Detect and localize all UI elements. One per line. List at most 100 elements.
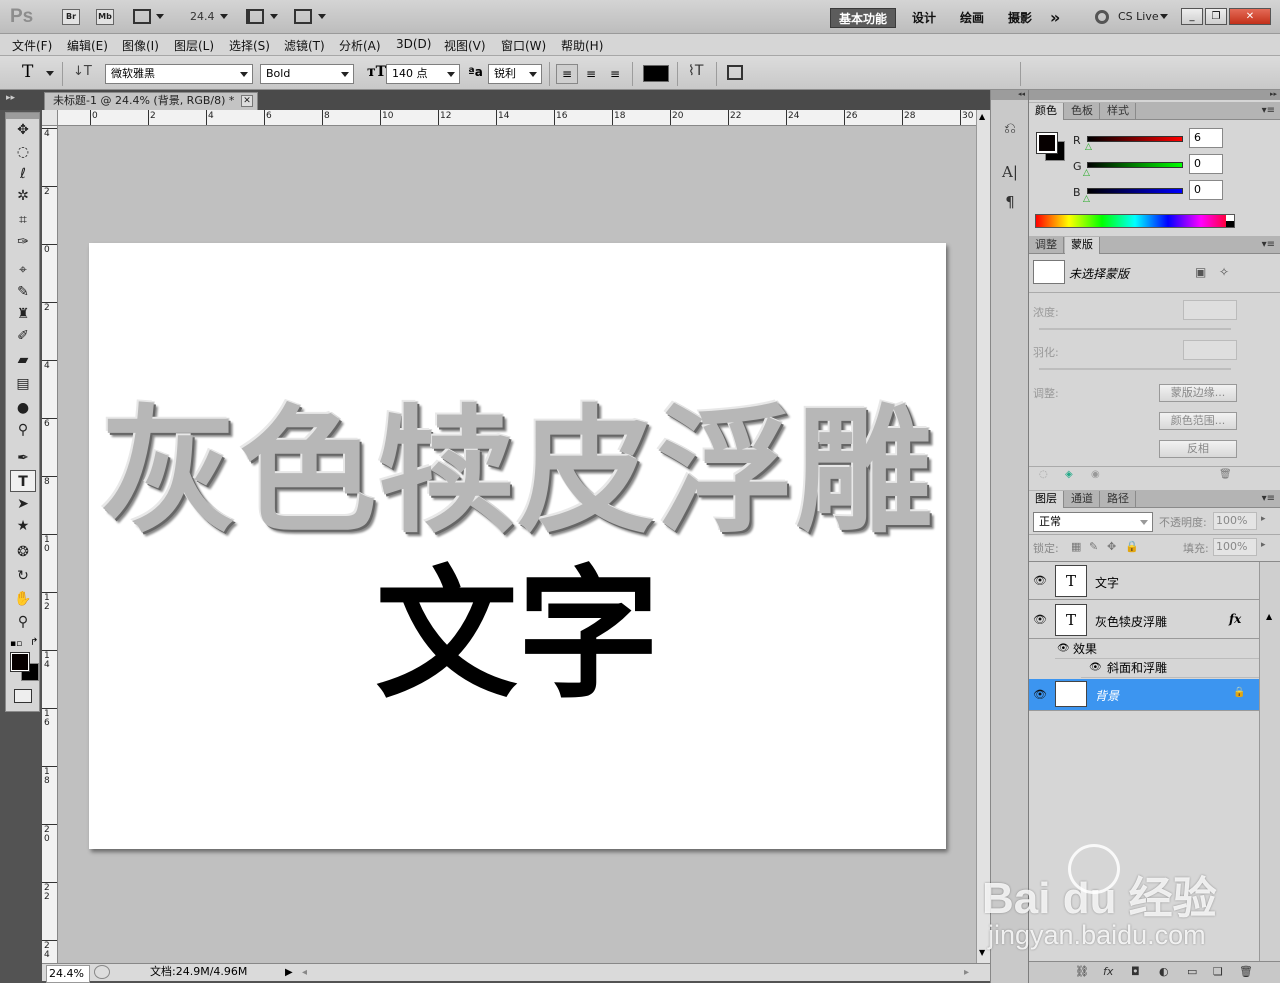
layer-row[interactable]: 👁 T 灰色犊皮浮雕 fx bbox=[1029, 601, 1259, 639]
vertical-scrollbar[interactable]: ▲ ▼ bbox=[976, 110, 990, 963]
lock-image-icon[interactable]: ✎ bbox=[1089, 540, 1098, 553]
antialias-select[interactable]: 锐利 bbox=[488, 64, 542, 84]
chevron-down-icon[interactable] bbox=[220, 14, 228, 19]
g-input[interactable]: 0 bbox=[1189, 154, 1223, 174]
document-canvas[interactable]: 灰色犊皮浮雕 文字 bbox=[89, 243, 946, 849]
effect-eye-icon[interactable]: 👁 bbox=[1089, 659, 1102, 677]
type-tool-icon[interactable]: T bbox=[10, 470, 36, 492]
visibility-eye-icon[interactable]: 👁 bbox=[1033, 688, 1047, 701]
magic-wand-tool-icon[interactable]: ✲ bbox=[10, 185, 36, 207]
workspace-photography[interactable]: 摄影 bbox=[1000, 8, 1040, 28]
eraser-tool-icon[interactable]: ▰ bbox=[10, 349, 36, 371]
collapse-icon[interactable]: ▸▸ bbox=[6, 93, 15, 103]
tab-layers[interactable]: 图层 bbox=[1029, 491, 1064, 508]
history-panel-icon[interactable]: ⎌ bbox=[997, 116, 1023, 140]
chevron-down-icon[interactable] bbox=[270, 14, 278, 19]
menu-layer[interactable]: 图层(L) bbox=[174, 37, 214, 54]
fill-slider-icon[interactable]: ▸ bbox=[1261, 540, 1266, 550]
b-slider[interactable] bbox=[1087, 188, 1183, 194]
scroll-right-icon[interactable]: ▸ bbox=[964, 965, 969, 981]
mask-edge-button[interactable]: 蒙版边缘... bbox=[1159, 384, 1237, 402]
gradient-tool-icon[interactable]: ▤ bbox=[10, 373, 36, 395]
restore-button[interactable]: ❐ bbox=[1205, 8, 1227, 25]
character-panel-icon[interactable] bbox=[727, 65, 743, 80]
status-info-icon[interactable] bbox=[94, 965, 110, 979]
3d-orbit-tool-icon[interactable]: ↻ bbox=[10, 565, 36, 587]
view-extras-icon[interactable] bbox=[133, 9, 151, 24]
panel-menu-icon[interactable]: ▾≡ bbox=[1262, 493, 1275, 504]
menu-help[interactable]: 帮助(H) bbox=[561, 37, 603, 54]
status-zoom[interactable]: 24.4% bbox=[46, 965, 90, 983]
clone-stamp-tool-icon[interactable]: ♜ bbox=[10, 303, 36, 325]
color-ramp[interactable] bbox=[1035, 214, 1235, 228]
r-input[interactable]: 6 bbox=[1189, 128, 1223, 148]
effect-item-row[interactable]: 👁 斜面和浮雕 bbox=[1081, 659, 1259, 678]
plain-text-layer[interactable]: 文字 bbox=[89, 556, 946, 716]
panel-menu-icon[interactable]: ▾≡ bbox=[1262, 239, 1275, 250]
font-style-select[interactable]: Bold bbox=[260, 64, 354, 84]
vector-mask-icon[interactable]: ✧ bbox=[1219, 265, 1229, 279]
effects-eye-icon[interactable]: 👁 bbox=[1057, 640, 1070, 658]
horizontal-ruler[interactable]: 0 2 4 6 8 10 12 14 16 18 20 22 24 26 28 30 bbox=[58, 110, 976, 126]
b-slider-handle-icon[interactable]: △ bbox=[1083, 194, 1090, 204]
tab-adjustments[interactable]: 调整 bbox=[1029, 237, 1064, 254]
add-style-icon[interactable]: fx bbox=[1103, 965, 1113, 978]
close-button[interactable]: ✕ bbox=[1229, 8, 1271, 25]
align-right-button[interactable]: ≡ bbox=[604, 64, 626, 84]
crop-tool-icon[interactable]: ⌗ bbox=[10, 209, 36, 231]
load-selection-icon[interactable]: ◌ bbox=[1039, 469, 1048, 480]
marquee-tool-icon[interactable]: ◌ bbox=[10, 141, 36, 163]
bridge-button[interactable]: Br bbox=[62, 9, 80, 25]
vertical-ruler[interactable]: 4 2 0 2 4 6 8 1 0 1 2 1 4 1 6 1 8 2 0 2 2 2 4 bbox=[42, 126, 58, 963]
healing-brush-tool-icon[interactable]: ⌖ bbox=[10, 259, 36, 281]
ruler-origin[interactable] bbox=[42, 110, 58, 126]
swap-colors-icon[interactable]: ↱ bbox=[30, 637, 38, 648]
text-orientation-icon[interactable]: ↓T bbox=[73, 64, 92, 79]
menu-select[interactable]: 选择(S) bbox=[229, 37, 270, 54]
toggle-mask-icon[interactable]: ◉ bbox=[1091, 469, 1100, 480]
arrange-documents-icon[interactable] bbox=[246, 9, 264, 24]
zoom-level[interactable]: 24.4 bbox=[190, 10, 215, 23]
text-color-swatch[interactable] bbox=[643, 65, 669, 82]
zoom-tool-icon[interactable]: ⚲ bbox=[10, 611, 36, 633]
status-menu-icon[interactable]: ▶ bbox=[285, 965, 293, 981]
chevron-down-icon[interactable] bbox=[1160, 14, 1168, 19]
default-colors-icon[interactable]: ▪▫ bbox=[10, 639, 22, 649]
minibridge-button[interactable]: Mb bbox=[96, 9, 114, 25]
lock-transparent-icon[interactable]: ▦ bbox=[1071, 540, 1081, 553]
new-group-icon[interactable]: ▭ bbox=[1187, 965, 1197, 978]
new-layer-icon[interactable]: ❏ bbox=[1213, 965, 1223, 978]
adjustment-layer-icon[interactable]: ◐ bbox=[1159, 965, 1169, 978]
move-tool-icon[interactable]: ✥ bbox=[10, 119, 36, 141]
hand-tool-icon[interactable]: ✋ bbox=[10, 588, 36, 610]
lasso-tool-icon[interactable]: ℓ bbox=[10, 163, 36, 185]
lock-all-icon[interactable]: 🔒 bbox=[1125, 540, 1139, 553]
opacity-input[interactable]: 100% bbox=[1213, 512, 1257, 530]
b-input[interactable]: 0 bbox=[1189, 180, 1223, 200]
effects-row[interactable]: 👁 效果 bbox=[1055, 640, 1259, 659]
delete-layer-icon[interactable]: 🗑 bbox=[1239, 965, 1253, 978]
layer-name[interactable]: 灰色犊皮浮雕 bbox=[1095, 613, 1167, 630]
r-slider[interactable] bbox=[1087, 136, 1183, 142]
menu-view[interactable]: 视图(V) bbox=[444, 37, 486, 54]
tab-channels[interactable]: 通道 bbox=[1065, 491, 1100, 508]
menu-file[interactable]: 文件(F) bbox=[12, 37, 52, 54]
warp-text-icon[interactable]: ⌇T bbox=[688, 63, 703, 79]
layer-row[interactable]: 👁 T 文字 bbox=[1029, 562, 1259, 600]
scroll-up-icon[interactable]: ▲ bbox=[979, 112, 985, 121]
blur-tool-icon[interactable]: ● bbox=[10, 397, 36, 419]
document-tab[interactable]: 未标题-1 @ 24.4% (背景, RGB/8) * ✕ bbox=[44, 92, 258, 110]
pixel-mask-icon[interactable]: ▣ bbox=[1195, 265, 1206, 279]
visibility-eye-icon[interactable]: 👁 bbox=[1033, 574, 1047, 587]
layer-name[interactable]: 背景 bbox=[1095, 687, 1119, 704]
cslive-label[interactable]: CS Live bbox=[1118, 10, 1159, 23]
character-panel-icon[interactable]: A| bbox=[997, 160, 1023, 184]
quick-mask-icon[interactable] bbox=[14, 689, 32, 703]
color-range-button[interactable]: 颜色范围... bbox=[1159, 412, 1237, 430]
text-tool-preset-icon[interactable]: T bbox=[22, 62, 33, 82]
delete-mask-icon[interactable]: 🗑 bbox=[1219, 469, 1232, 480]
fx-icon[interactable]: fx bbox=[1229, 612, 1241, 626]
background-layer-row[interactable]: 👁 背景 🔒 bbox=[1029, 679, 1259, 711]
invert-button[interactable]: 反相 bbox=[1159, 440, 1237, 458]
menu-window[interactable]: 窗口(W) bbox=[501, 37, 546, 54]
